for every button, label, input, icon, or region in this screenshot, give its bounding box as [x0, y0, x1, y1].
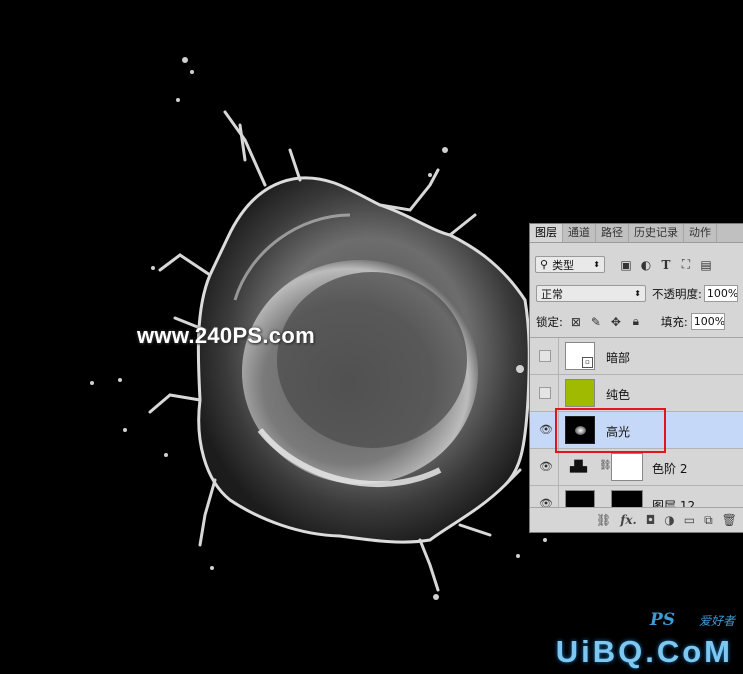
fill-field[interactable]: 100% — [690, 313, 725, 330]
fx-icon[interactable]: fx. — [620, 513, 637, 527]
tab-layers[interactable]: 图层 — [530, 224, 563, 242]
blend-row: 正常 ⬍ 不透明度: 100% — [536, 285, 743, 302]
blend-mode-value: 正常 — [541, 287, 563, 301]
lock-position-icon[interactable]: ✥ — [609, 315, 623, 329]
layer-name: 暗部 — [606, 351, 631, 365]
filter-row: ⚲ 类型 ⬍ ▣ ◐ T ⛶ ▤ — [535, 256, 743, 273]
brand-logo: PS 爱好者 UiBQ.CoM — [537, 610, 737, 670]
shape-filter-icon[interactable]: ⛶ — [679, 257, 693, 272]
stepper-icon: ⬍ — [593, 260, 600, 269]
lock-label: 锁定: — [536, 314, 563, 329]
layers-panel: 图层 通道 路径 历史记录 动作 ⚲ 类型 ⬍ ▣ ◐ T ⛶ ▤ 正常 ⬍ 不… — [529, 223, 743, 533]
filter-kind-select[interactable]: ⚲ 类型 ⬍ — [535, 256, 605, 273]
opacity-field[interactable]: 100% — [703, 285, 738, 302]
lock-transparent-icon[interactable]: ⊠ — [569, 315, 583, 329]
layer-row[interactable]: ▫ 暗部 — [530, 338, 743, 375]
layer-row[interactable]: 👁︎ ▟▙ ⛓ 色阶 2 — [530, 449, 743, 486]
layer-name: 色阶 2 — [652, 462, 688, 476]
tab-channels[interactable]: 通道 — [563, 224, 596, 242]
new-layer-icon[interactable]: ⧉ — [704, 513, 713, 528]
opacity-label: 不透明度: — [652, 286, 702, 301]
layer-thumbnail: ▫ — [565, 342, 595, 370]
filter-kind-label: 类型 — [552, 258, 575, 272]
search-icon: ⚲ — [540, 258, 549, 271]
watermark-text: www.240PS.com — [137, 323, 315, 348]
trash-icon[interactable]: 🗑︎ — [722, 513, 737, 527]
mask-icon[interactable]: ◘ — [646, 513, 656, 527]
tab-history[interactable]: 历史记录 — [629, 224, 684, 242]
visibility-toggle[interactable] — [539, 387, 551, 399]
brand-uibq: UiBQ.CoM — [555, 634, 733, 669]
highlight-annotation — [555, 408, 666, 453]
eye-icon[interactable]: 👁︎ — [539, 424, 553, 436]
brand-ps: PS — [649, 610, 675, 630]
eye-icon[interactable]: 👁︎ — [539, 461, 553, 473]
image-filter-icon[interactable]: ▣ — [619, 258, 633, 272]
adjustment-icon[interactable]: ◑ — [664, 513, 674, 527]
stepper-icon: ⬍ — [634, 289, 641, 298]
link-icon[interactable]: ⛓ — [596, 513, 611, 527]
panel-tabs: 图层 通道 路径 历史记录 动作 — [530, 224, 743, 243]
layer-row[interactable]: 纯色 — [530, 375, 743, 412]
brand-sub: 爱好者 — [698, 614, 735, 628]
layer-thumbnail — [565, 379, 595, 407]
lock-paint-icon[interactable]: ✎ — [589, 315, 603, 329]
type-filter-icon[interactable]: T — [659, 258, 673, 272]
tab-paths[interactable]: 路径 — [596, 224, 629, 242]
mask-thumbnail — [611, 453, 643, 481]
folder-icon[interactable]: ▭ — [684, 513, 695, 527]
blend-mode-select[interactable]: 正常 ⬍ — [536, 285, 646, 302]
fill-label: 填充: — [660, 314, 688, 329]
link-icon: ⛓ — [599, 460, 612, 471]
adjust-filter-icon[interactable]: ◐ — [639, 258, 653, 272]
visibility-toggle[interactable] — [539, 350, 551, 362]
lock-all-icon[interactable]: 🔒︎ — [629, 314, 643, 329]
smart-object-icon: ▫ — [582, 357, 593, 368]
layer-name: 纯色 — [606, 388, 631, 402]
tab-actions[interactable]: 动作 — [684, 224, 717, 242]
panel-footer: ⛓ fx. ◘ ◑ ▭ ⧉ 🗑︎ — [530, 507, 743, 532]
smart-filter-icon[interactable]: ▤ — [699, 258, 713, 272]
levels-icon: ▟▙ — [570, 460, 587, 473]
lock-row: 锁定: ⊠ ✎ ✥ 🔒︎ 填充: 100% — [536, 313, 743, 330]
